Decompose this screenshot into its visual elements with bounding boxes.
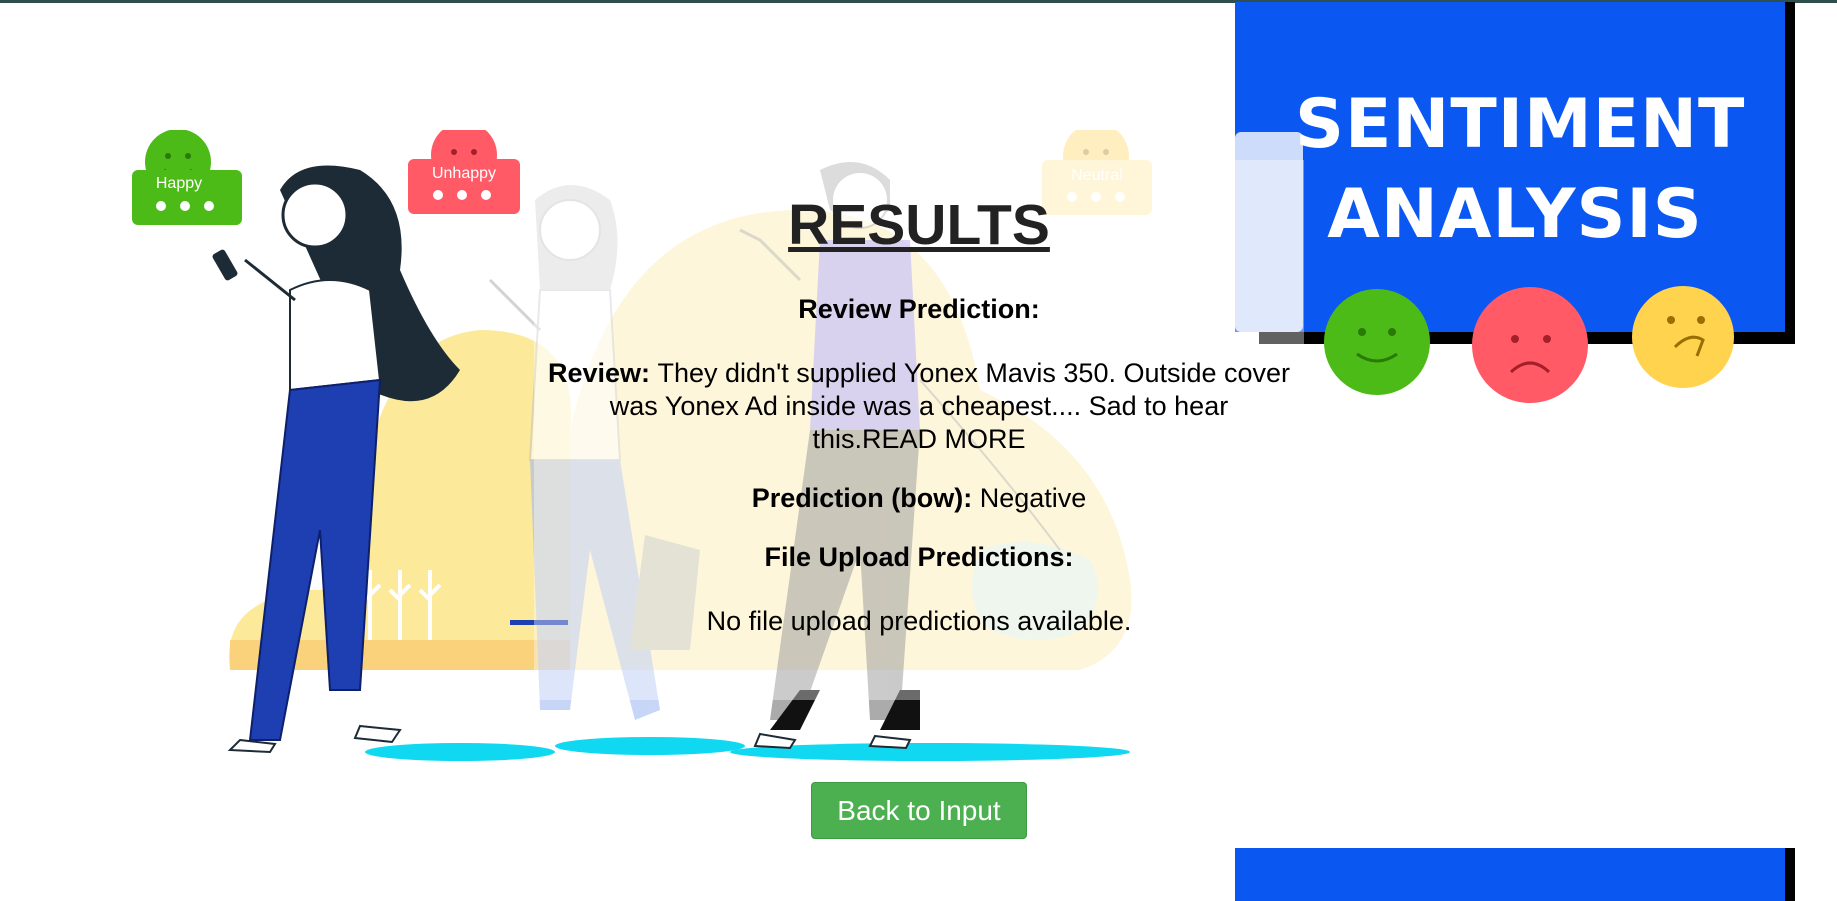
happy-bubble-label: Happy xyxy=(156,175,202,192)
hero-title-line-2: ANALYSIS xyxy=(1327,175,1703,254)
hero-title-line-1: SENTIMENT xyxy=(1295,85,1746,164)
review-text: They didn't supplied Yonex Mavis 350. Ou… xyxy=(609,358,1291,454)
review-prediction-heading: Review Prediction: xyxy=(798,294,1040,324)
results-page: Happy Unhappy Neutral SENTIMENT ANALYSIS… xyxy=(0,0,1837,901)
hero-title: SENTIMENT ANALYSIS xyxy=(1295,80,1746,260)
prediction-label: Prediction (bow): xyxy=(751,483,980,513)
back-to-input-button[interactable]: Back to Input xyxy=(811,782,1027,839)
file-upload-heading: File Upload Predictions: xyxy=(764,542,1074,572)
sentiment-analysis-banner-repeat xyxy=(1235,848,1795,901)
results-title: RESULTS xyxy=(788,193,1050,257)
unhappy-bubble-label: Unhappy xyxy=(432,165,496,182)
prediction-block: Prediction (bow): Negative xyxy=(534,482,1304,515)
results-panel: RESULTS Review Prediction: Review: They … xyxy=(534,185,1304,664)
review-label: Review: xyxy=(547,358,658,388)
review-text-block: Review: They didn't supplied Yonex Mavis… xyxy=(534,357,1304,456)
file-upload-empty-message: No file upload predictions available. xyxy=(706,606,1132,636)
prediction-value: Negative xyxy=(979,483,1087,513)
